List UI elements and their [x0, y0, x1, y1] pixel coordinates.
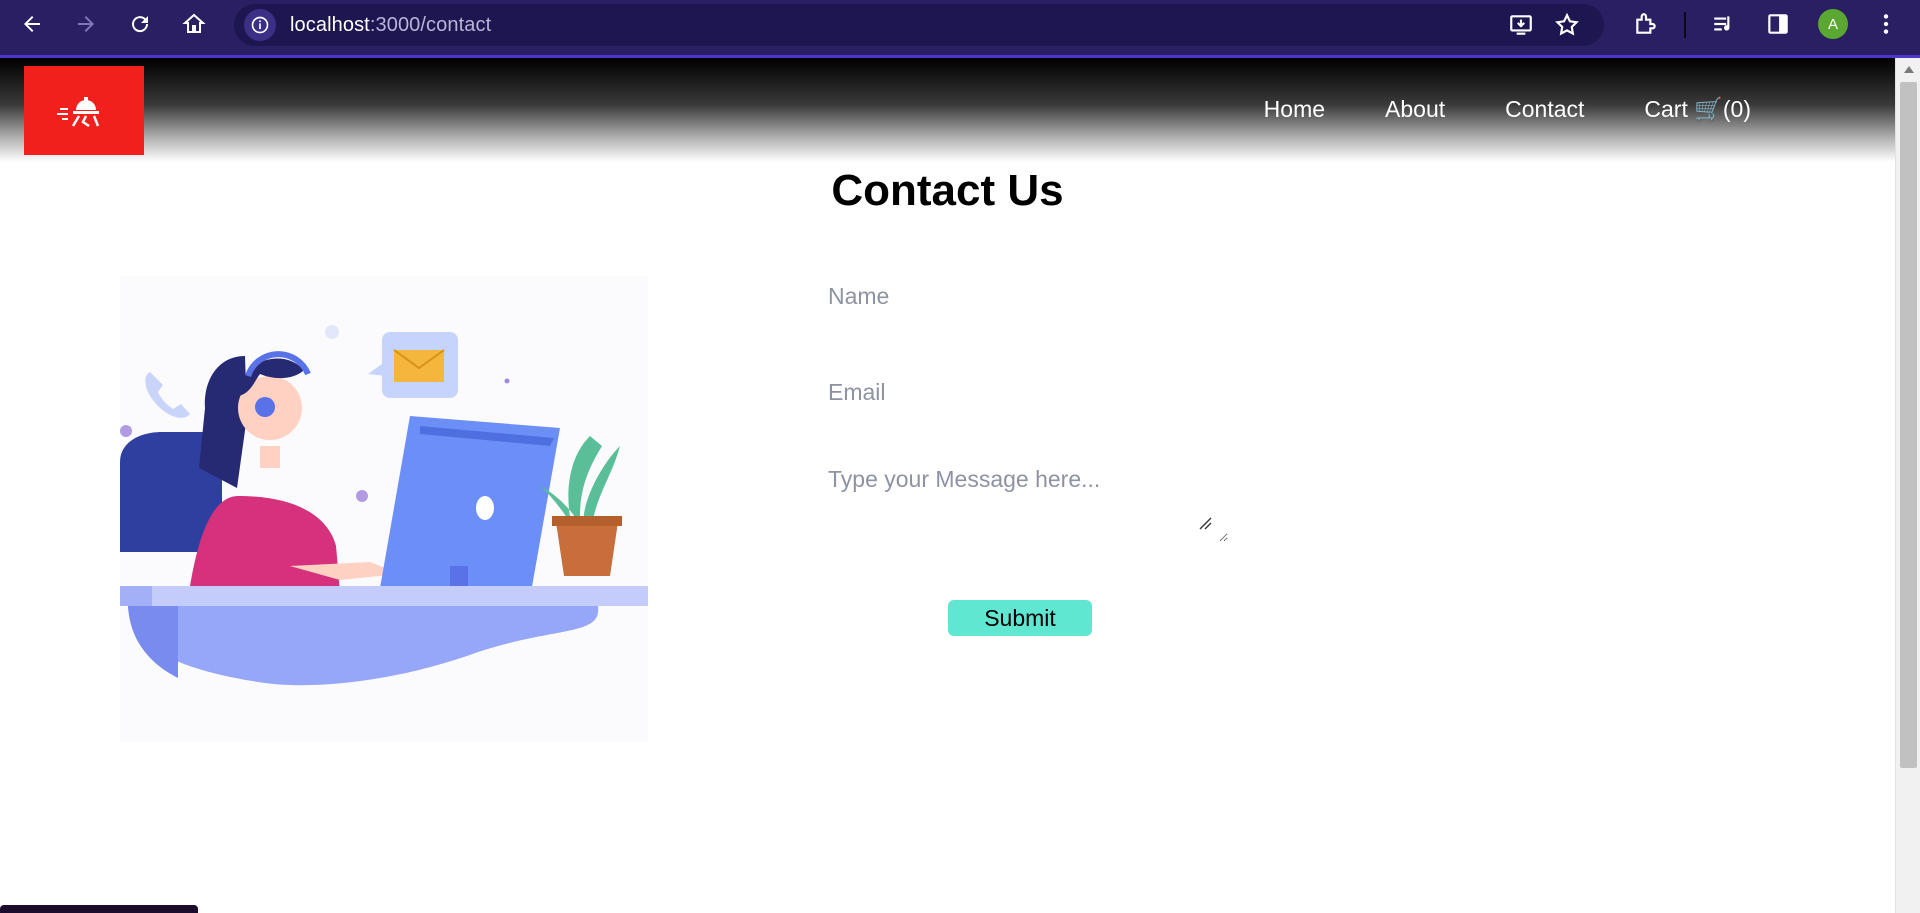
site-info-icon[interactable] [244, 9, 276, 41]
phone-icon [145, 372, 190, 418]
customer-support-illustration [120, 276, 648, 742]
contact-form [828, 270, 1228, 542]
submit-button[interactable]: Submit [948, 600, 1092, 636]
site-logo[interactable] [24, 66, 144, 155]
email-input[interactable] [828, 366, 1228, 418]
bottom-overlay-strip [0, 905, 198, 913]
address-bar[interactable]: localhost:3000/contact [234, 4, 1604, 46]
extensions-icon[interactable] [1630, 8, 1662, 40]
side-panel-icon[interactable] [1762, 8, 1794, 40]
resize-grip-icon[interactable] [1198, 516, 1212, 530]
message-textarea[interactable] [828, 462, 1228, 542]
back-arrow-icon[interactable] [16, 8, 48, 40]
install-app-icon[interactable] [1506, 10, 1536, 40]
nav-cart-link[interactable]: Cart 🛒(0) [1644, 96, 1751, 123]
service-bell-icon [57, 96, 100, 127]
toolbar-divider [1684, 12, 1686, 38]
url-path: :3000/contact [369, 14, 492, 36]
page-scrollbar[interactable] [1895, 58, 1920, 913]
url-host: localhost [290, 14, 370, 36]
bookmark-star-icon[interactable] [1552, 10, 1582, 40]
url-text: localhost:3000/contact [290, 14, 491, 37]
site-header: Home About Contact Cart 🛒(0) [0, 58, 1895, 162]
forward-arrow-icon[interactable] [70, 8, 102, 40]
browser-toolbar: localhost:3000/contact A [0, 0, 1920, 58]
scroll-up-arrow-icon[interactable] [1904, 66, 1914, 73]
nav-contact-link[interactable]: Contact [1505, 96, 1584, 123]
home-icon[interactable] [178, 8, 210, 40]
more-menu-icon[interactable] [1870, 8, 1902, 40]
reload-icon[interactable] [124, 8, 156, 40]
main-nav: Home About Contact Cart 🛒(0) [1204, 96, 1751, 123]
name-input[interactable] [828, 270, 1228, 322]
scrollbar-thumb[interactable] [1900, 82, 1917, 768]
profile-avatar[interactable]: A [1818, 9, 1848, 39]
media-control-icon[interactable] [1708, 8, 1740, 40]
nav-about-link[interactable]: About [1385, 96, 1445, 123]
nav-home-link[interactable]: Home [1264, 96, 1325, 123]
page-title: Contact Us [831, 166, 1064, 215]
